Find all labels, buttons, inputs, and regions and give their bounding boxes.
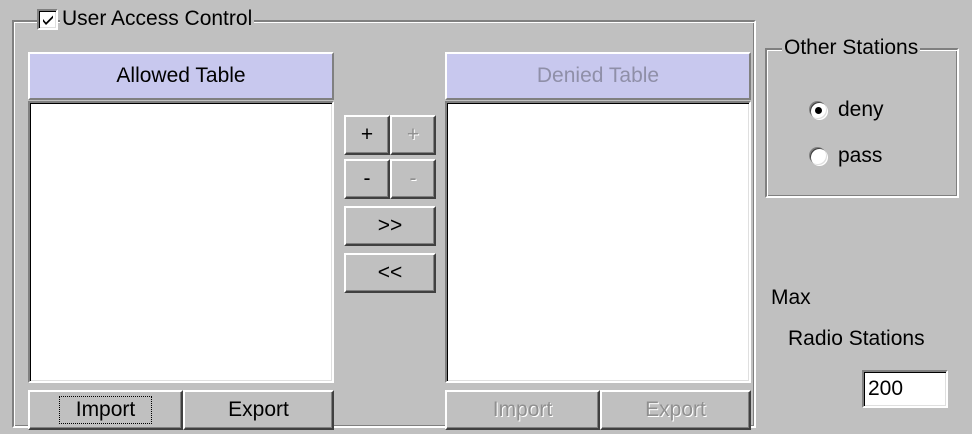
denied-import-button[interactable]: Import [445, 390, 600, 430]
deny-radio-button[interactable] [810, 101, 827, 119]
move-left-button[interactable]: << [344, 253, 436, 293]
remove-allowed-button[interactable]: - [344, 159, 390, 199]
user-access-control-checkbox[interactable] [37, 9, 58, 30]
deny-radio-option[interactable]: deny [810, 98, 884, 122]
pass-radio-button[interactable] [810, 147, 827, 165]
denied-export-button[interactable]: Export [600, 390, 751, 430]
denied-table-header: Denied Table [445, 52, 751, 100]
allowed-import-button[interactable]: Import [28, 390, 183, 430]
deny-radio-label: deny [838, 98, 884, 121]
checkmark-icon [43, 15, 53, 25]
radio-selected-dot-icon [815, 106, 822, 114]
denied-table-list[interactable] [445, 101, 751, 383]
pass-radio-label: pass [838, 144, 883, 167]
allowed-table-list[interactable] [28, 101, 334, 383]
user-access-control-label[interactable]: User Access Control [60, 7, 255, 31]
allowed-export-button[interactable]: Export [183, 390, 334, 430]
allowed-table-header: Allowed Table [28, 52, 334, 100]
max-stations-label-line2: Radio Stations [788, 327, 925, 350]
add-allowed-button[interactable]: + [344, 115, 390, 155]
other-stations-label: Other Stations [782, 36, 921, 60]
add-denied-button[interactable]: + [390, 115, 436, 155]
pass-radio-option[interactable]: pass [810, 144, 882, 168]
allowed-import-label: Import [58, 396, 153, 424]
max-stations-input[interactable] [862, 370, 948, 408]
remove-denied-button[interactable]: - [390, 159, 436, 199]
move-right-button[interactable]: >> [344, 206, 436, 246]
max-stations-label-line1: Max [771, 286, 811, 309]
other-stations-group [765, 48, 959, 198]
